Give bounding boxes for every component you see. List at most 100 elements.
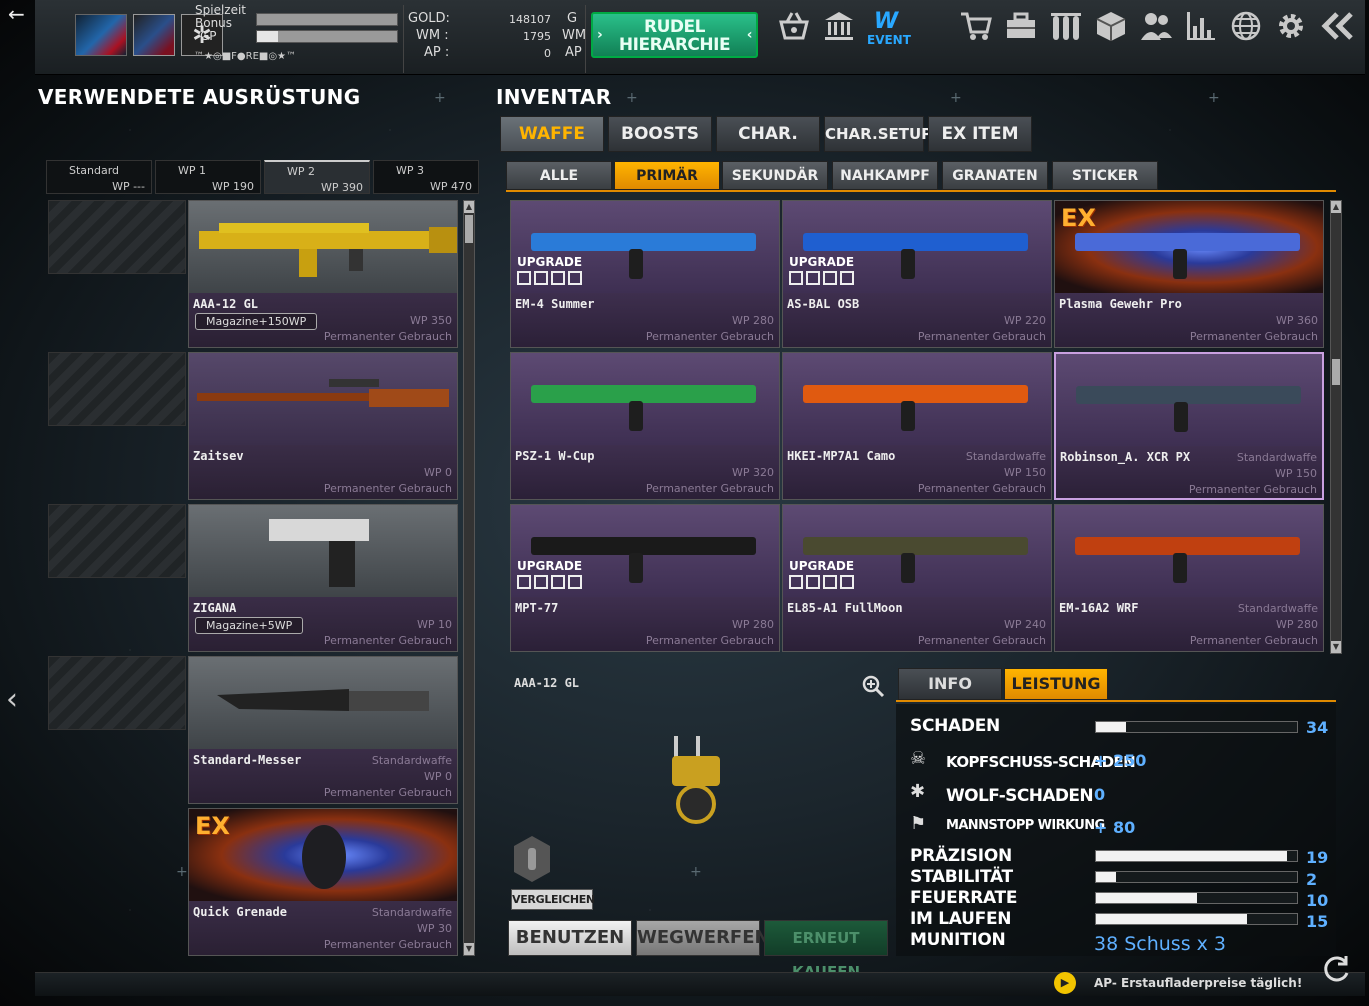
tab-ex-item[interactable]: EX ITEM [928,116,1032,152]
rebuy-button[interactable]: ERNEUT KAUFEN [764,920,888,981]
attachment-slot[interactable] [48,656,186,730]
weapon-preview[interactable] [660,730,740,830]
inventory-scrollbar[interactable]: ▲ ▼ [1330,200,1342,654]
item-standard: Standardwaffe [371,906,452,919]
globe-icon[interactable] [1227,10,1265,48]
bank-icon[interactable] [820,10,858,48]
equipped-item-grenade[interactable]: EX Quick Grenade Standardwaffe WP 30 Per… [188,808,458,956]
rank-emblem[interactable] [133,14,175,56]
attachment-slot[interactable] [48,200,186,274]
equipped-scrollbar[interactable]: ▲ ▼ [463,200,475,956]
double-chevron-left-icon[interactable] [1319,10,1357,48]
scroll-down-icon[interactable]: ▼ [464,943,474,955]
item-name: Standard-Messer [193,753,302,767]
rudel-hierarchie-button[interactable]: › RUDEL HIERARCHIE ‹ [591,12,758,58]
clan-emblem[interactable] [75,14,127,56]
scroll-down-icon[interactable]: ▼ [1331,641,1341,653]
category-sekundaer[interactable]: SEKUNDÄR [722,161,828,190]
stats-icon[interactable] [1182,10,1220,48]
category-sticker[interactable]: STICKER [1052,161,1158,190]
inventory-item[interactable]: PSZ-1 W-Cup WP 320 Permanenter Gebrauch [510,352,780,500]
tab-char[interactable]: CHAR. [716,116,820,152]
basket-icon[interactable] [775,10,813,48]
equipped-item-primary[interactable]: AAA-12 GL Magazine+150WP WP 350 Permanen… [188,200,458,348]
tab-char-setup[interactable]: CHAR.SETUP [824,116,932,152]
magazine-badge[interactable]: Magazine+5WP [195,617,304,634]
item-standard: Standardwaffe [1237,602,1318,615]
category-nahkampf[interactable]: NAHKAMPF [832,161,938,190]
inventory-item[interactable]: UPGRADE EL85-A1 FullMoon WP 240 Permanenter… [782,504,1052,652]
category-alle[interactable]: ALLE [506,161,612,190]
moving-bar [1095,913,1298,925]
refresh-icon[interactable] [1320,954,1354,988]
item-duration: Permanenter Gebrauch [917,330,1046,343]
precision-value: 19 [1306,848,1329,867]
back-arrow-icon[interactable]: ← [8,2,25,26]
upgrade-slots [789,271,854,285]
item-duration: Permanenter Gebrauch [1189,634,1318,647]
tab-info[interactable]: INFO [898,668,1002,700]
scroll-thumb[interactable] [465,215,473,243]
stopping-power-icon: ⚑ [910,813,927,834]
equipped-item-knife[interactable]: Standard-Messer Standardwaffe WP 0 Perma… [188,656,458,804]
attachment-slot[interactable] [48,352,186,426]
event-logo: W [873,9,899,34]
friends-icon[interactable] [1137,10,1175,48]
inventory-item[interactable]: HKEI-MP7A1 Camo Standardwaffe WP 150 Perman… [782,352,1052,500]
compare-button[interactable]: VERGLEICHEN [511,889,595,910]
magazine-badge[interactable]: Magazine+150WP [195,313,318,330]
gold-value: 148107 [509,13,551,26]
side-chevron-left-icon[interactable]: ‹ [6,682,18,717]
tab-leistung[interactable]: LEISTUNG [1004,668,1108,700]
category-granaten[interactable]: GRANATEN [942,161,1048,190]
plus-decoration: + [950,90,962,106]
gp-label: GP [200,29,217,43]
gear-icon[interactable] [1272,10,1310,48]
loadout-tab-wp1[interactable]: WP 1 WP 190 [155,160,261,194]
plus-decoration: + [690,864,702,880]
fire-rate-bar-fill [1096,893,1197,903]
inventory-item[interactable]: UPGRADE MPT-77 WP 280 Permanenter Gebrauch [510,504,780,652]
toolbox-icon[interactable] [1002,10,1040,48]
loadout-tab-wp3[interactable]: WP 3 WP 470 [373,160,479,194]
inventory-item[interactable]: Robinson_A. XCR PX Standardwaffe WP 150 Per… [1054,352,1324,500]
loadout-tab-wp2[interactable]: WP 2 WP 390 [264,160,370,194]
gold-unit: G [567,11,578,26]
tab-waffe[interactable]: WAFFE [500,116,604,152]
attachment-slot[interactable] [48,504,186,578]
ex-badge: EX [1061,204,1096,232]
discard-button[interactable]: WEGWERFEN [636,920,770,956]
loadout-name: WP 2 [287,165,316,178]
inventory-item[interactable]: UPGRADE AS-BAL OSB WP 220 Permanenter Gebra… [782,200,1052,348]
loadout-tab-standard[interactable]: Standard WP --- [46,160,152,194]
tab-boosts[interactable]: BOOSTS [608,116,712,152]
scroll-up-icon[interactable]: ▲ [1331,201,1341,213]
item-image: EX [189,809,457,901]
scroll-up-icon[interactable]: ▲ [464,201,474,213]
category-primaer[interactable]: PRIMÄR [614,161,720,190]
inventory-item[interactable]: EM-16A2 WRF Standardwaffe WP 280 Permanente… [1054,504,1324,652]
use-button[interactable]: BENUTZEN [508,920,632,956]
item-wp: WP 150 [1274,467,1317,480]
item-duration: Permanenter Gebrauch [645,634,774,647]
inventory-item[interactable]: EX Plasma Gewehr Pro WP 360 Permanenter Geb… [1054,200,1324,348]
item-standard: Standardwaffe [371,754,452,767]
shop-cart-icon[interactable] [957,10,995,48]
inventory-item[interactable]: UPGRADE EM-4 Summer WP 280 Permanenter Gebr… [510,200,780,348]
zoom-in-icon[interactable] [860,674,886,700]
box-icon[interactable] [1092,10,1130,48]
item-name: Robinson_A. XCR PX [1060,450,1191,464]
upgrade-slot [551,575,565,589]
play-icon[interactable]: ▶ [1054,972,1076,994]
inventory-grid: UPGRADE EM-4 Summer WP 280 Permanenter Gebr… [510,200,1340,654]
scroll-thumb[interactable] [1332,359,1340,385]
equipped-item-pistol[interactable]: ZIGANA Magazine+5WP WP 10 Permanenter Ge… [188,504,458,652]
equipped-item-secondary[interactable]: Zaitsev WP 0 Permanenter Gebrauch [188,352,458,500]
upgrade-slot [789,271,803,285]
upgrade-slot [568,271,582,285]
ammo-icon[interactable] [1047,10,1085,48]
loadout-wp: WP 190 [211,180,254,193]
weapon-grip-image [901,249,915,279]
event-icon[interactable]: W EVENT [867,9,911,48]
wm-unit: WM [562,28,587,43]
